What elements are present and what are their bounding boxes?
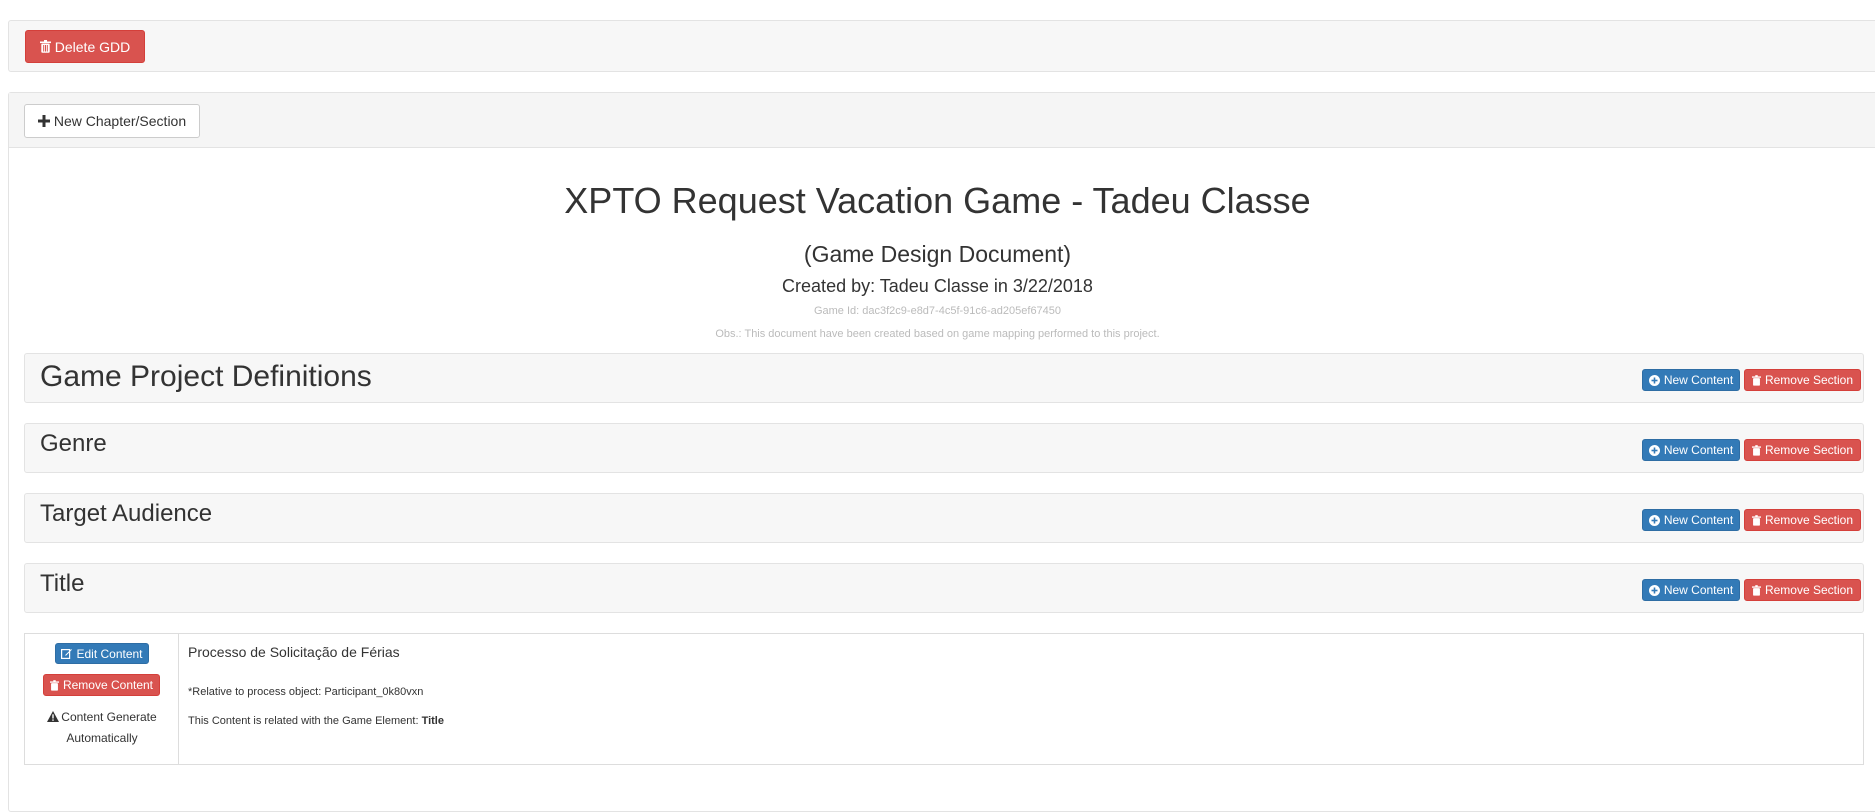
section-genre: Genre New Content Remove Section xyxy=(24,423,1864,473)
delete-gdd-button[interactable]: Delete GDD xyxy=(25,30,145,63)
section-title: Genre xyxy=(40,430,107,457)
new-chapter-label: New Chapter/Section xyxy=(53,113,187,129)
created-by-text: Created by: Tadeu Classe in 3/22/2018 xyxy=(782,276,1093,296)
trash-icon xyxy=(1751,374,1761,386)
trash-icon xyxy=(39,40,51,53)
auto-generated-note: Content Generate Automatically xyxy=(25,707,179,748)
remove-section-label: Remove Section xyxy=(1764,373,1854,387)
remove-content-label: Remove Content xyxy=(62,678,154,692)
remove-section-button[interactable]: Remove Section xyxy=(1744,369,1861,391)
trash-icon xyxy=(1751,514,1761,526)
related-element-text: This Content is related with the Game El… xyxy=(188,715,444,727)
remove-section-button[interactable]: Remove Section xyxy=(1744,579,1861,601)
remove-section-button[interactable]: Remove Section xyxy=(1744,439,1861,461)
new-content-button[interactable]: New Content xyxy=(1642,579,1740,601)
page-subtitle: (Game Design Document) xyxy=(803,241,1072,267)
edit-content-button[interactable]: Edit Content xyxy=(55,643,149,664)
trash-icon xyxy=(1751,584,1761,596)
plus-icon xyxy=(37,115,50,127)
relative-object-text: *Relative to process object: Participant… xyxy=(188,686,424,698)
new-chapter-button[interactable]: New Chapter/Section xyxy=(24,104,200,138)
page-title: XPTO Request Vacation Game - Tadeu Class… xyxy=(564,180,1311,221)
related-element-name: Title xyxy=(421,715,444,727)
plus-circle-icon xyxy=(1648,444,1660,456)
new-content-label: New Content xyxy=(1663,513,1734,527)
content-actions: Edit Content Remove Content Content Gene… xyxy=(25,634,179,764)
auto-note-line2: Automatically xyxy=(66,731,138,745)
new-content-button[interactable]: New Content xyxy=(1642,369,1740,391)
top-toolbar-panel: Delete GDD xyxy=(8,20,1875,72)
edit-icon xyxy=(61,648,73,659)
new-content-label: New Content xyxy=(1663,443,1734,457)
section-title: Title xyxy=(40,570,85,597)
new-content-button[interactable]: New Content xyxy=(1642,439,1740,461)
plus-circle-icon xyxy=(1648,514,1660,526)
section-title-block: Title New Content Remove Section xyxy=(24,563,1864,613)
remove-section-button[interactable]: Remove Section xyxy=(1744,509,1861,531)
remove-section-label: Remove Section xyxy=(1764,443,1854,457)
trash-icon xyxy=(1751,444,1761,456)
new-content-label: New Content xyxy=(1663,373,1734,387)
delete-gdd-label: Delete GDD xyxy=(54,38,131,55)
plus-circle-icon xyxy=(1648,374,1660,386)
gdd-panel-header: New Chapter/Section xyxy=(9,93,1875,148)
plus-circle-icon xyxy=(1648,584,1660,596)
obs-text: Obs.: This document have been created ba… xyxy=(715,328,1160,340)
trash-icon xyxy=(49,679,59,691)
new-content-button[interactable]: New Content xyxy=(1642,509,1740,531)
content-row: Edit Content Remove Content Content Gene… xyxy=(24,633,1864,765)
remove-section-label: Remove Section xyxy=(1764,583,1854,597)
edit-content-label: Edit Content xyxy=(76,646,143,661)
section-title: Target Audience xyxy=(40,500,213,527)
section-target-audience: Target Audience New Content Remove Secti… xyxy=(24,493,1864,543)
remove-section-label: Remove Section xyxy=(1764,513,1854,527)
related-prefix: This Content is related with the Game El… xyxy=(188,715,422,727)
new-content-label: New Content xyxy=(1663,583,1734,597)
section-game-project-definitions: Game Project Definitions New Content Rem… xyxy=(24,353,1864,403)
warning-icon xyxy=(47,708,60,728)
content-text: Processo de Solicitação de Férias xyxy=(188,644,400,660)
section-title: Game Project Definitions xyxy=(40,360,372,393)
auto-note-line1: Content Generate xyxy=(61,710,157,724)
remove-content-button[interactable]: Remove Content xyxy=(43,674,160,696)
game-id-text: Game Id: dac3f2c9-e8d7-4c5f-91c6-ad205ef… xyxy=(813,305,1062,317)
